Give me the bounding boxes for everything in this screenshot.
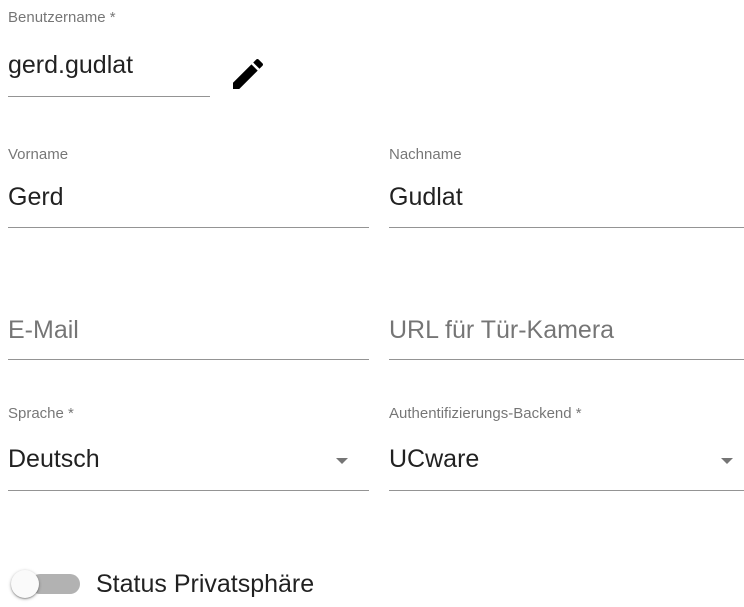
email-underline — [8, 359, 369, 360]
email-field[interactable]: E-Mail — [8, 300, 369, 362]
firstname-label: Vorname — [8, 146, 69, 163]
door-camera-url-underline — [389, 359, 744, 360]
chevron-down-icon[interactable] — [721, 458, 733, 464]
username-field[interactable]: Benutzername * gerd.gudlat — [8, 0, 210, 100]
firstname-value[interactable]: Gerd — [8, 183, 64, 212]
door-camera-url-placeholder[interactable]: URL für Tür-Kamera — [389, 316, 614, 345]
username-underline — [8, 96, 210, 97]
username-label: Benutzername * — [8, 9, 116, 26]
language-underline — [8, 490, 369, 491]
chevron-down-icon[interactable] — [336, 458, 348, 464]
firstname-underline — [8, 227, 369, 228]
toggle-thumb[interactable] — [11, 570, 39, 598]
auth-backend-label: Authentifizierungs-Backend * — [389, 405, 582, 422]
lastname-label: Nachname — [389, 146, 462, 163]
auth-backend-underline — [389, 490, 744, 491]
firstname-field[interactable]: Vorname Gerd — [8, 138, 369, 230]
auth-backend-select[interactable]: Authentifizierungs-Backend * UCware — [389, 398, 744, 494]
privacy-status-label: Status Privatsphäre — [96, 570, 315, 598]
auth-backend-value[interactable]: UCware — [389, 445, 479, 474]
language-value[interactable]: Deutsch — [8, 445, 100, 474]
email-placeholder[interactable]: E-Mail — [8, 316, 79, 345]
lastname-underline — [389, 227, 744, 228]
door-camera-url-field[interactable]: URL für Tür-Kamera — [389, 300, 744, 362]
lastname-field[interactable]: Nachname Gudlat — [389, 138, 744, 230]
lastname-value[interactable]: Gudlat — [389, 183, 463, 212]
privacy-status-toggle[interactable]: Status Privatsphäre — [0, 560, 400, 607]
language-label: Sprache * — [8, 405, 74, 422]
pencil-icon[interactable] — [228, 54, 268, 94]
language-select[interactable]: Sprache * Deutsch — [8, 398, 369, 494]
username-value[interactable]: gerd.gudlat — [8, 51, 133, 80]
